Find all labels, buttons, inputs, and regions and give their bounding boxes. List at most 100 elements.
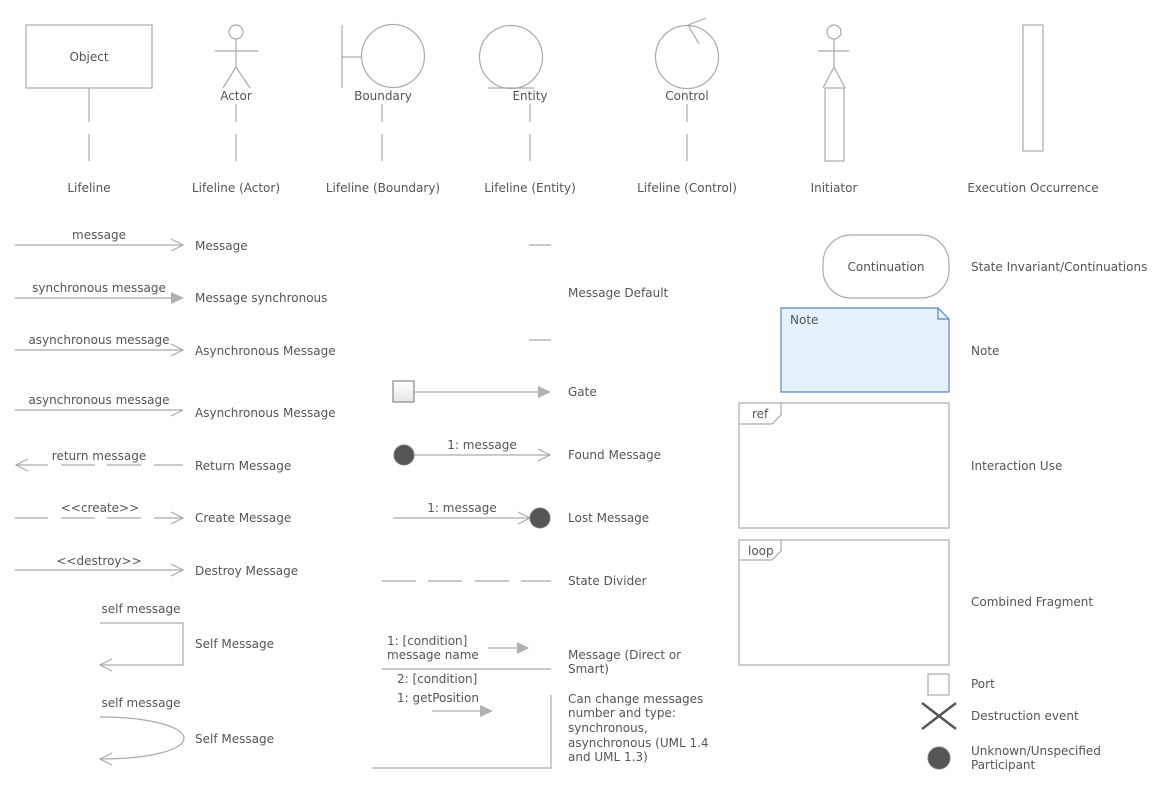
direct-line2: message name: [387, 648, 479, 662]
self-message-caption: Self Message: [195, 637, 274, 651]
note-caption: Note: [971, 344, 999, 358]
continuation-label: Continuation: [848, 260, 925, 274]
return-message-shape[interactable]: return message: [14, 449, 183, 472]
smart-connector-line: [372, 695, 552, 769]
direct-line1: 1: [condition]: [387, 634, 467, 648]
combined-fragment-tag: loop: [748, 544, 774, 558]
message-text: <<destroy>>: [56, 554, 141, 568]
found-message-shape[interactable]: 1: message: [393, 438, 552, 466]
found-message-caption: Found Message: [568, 448, 661, 462]
message-synchronous-caption: Message synchronous: [195, 291, 327, 305]
message-text: self message: [102, 696, 181, 710]
lifeline-boundary-shape[interactable]: Boundary: [341, 23, 426, 162]
port-caption: Port: [971, 677, 995, 691]
message-text: 1: message: [427, 501, 496, 515]
lifeline-caption: Lifeline: [67, 181, 110, 195]
direct-line3: 2: [condition]: [397, 672, 477, 686]
change-caption-line5: and UML 1.3): [568, 750, 648, 764]
asynchronous-message-half-caption: Asynchronous Message: [195, 406, 336, 420]
message-direct-shape[interactable]: 1: [condition] message name 2: [conditio…: [382, 634, 551, 686]
continuation-shape[interactable]: Continuation: [822, 234, 950, 299]
lifeline-object-shape[interactable]: Object: [25, 24, 153, 161]
self-loop-curve: [99, 716, 185, 760]
control-icon: [654, 17, 720, 90]
lost-target-dot: [529, 507, 551, 529]
create-message-caption: Create Message: [195, 511, 291, 525]
message-text: asynchronous message: [28, 333, 169, 347]
message-text: asynchronous message: [28, 393, 169, 407]
message-text: return message: [52, 449, 146, 463]
execution-occurrence-caption: Execution Occurrence: [967, 181, 1098, 195]
interaction-use-caption: Interaction Use: [971, 459, 1062, 473]
lifeline-actor-caption: Lifeline (Actor): [192, 181, 280, 195]
message-text: synchronous message: [32, 281, 166, 295]
change-caption-line2: number and type:: [568, 706, 676, 720]
destruction-event-caption: Destruction event: [971, 709, 1079, 723]
uml-sequence-stencil-canvas: Object Lifeline Actor Lifeline (Actor) B…: [14, 17, 1147, 772]
filled-arrow-icon: [171, 292, 184, 304]
execution-bar: [824, 87, 845, 162]
lifeline-boundary-caption: Lifeline (Boundary): [326, 181, 440, 195]
self-message-curve-caption: Self Message: [195, 732, 274, 746]
execution-occurrence-shape[interactable]: [1022, 24, 1044, 152]
return-message-caption: Return Message: [195, 459, 291, 473]
change-caption-line4: asynchronous (UML 1.4: [568, 736, 709, 750]
change-caption-line1: Can change messages: [568, 692, 703, 706]
combined-fragment-shape[interactable]: loop: [738, 539, 950, 666]
entity-label: Entity: [512, 89, 547, 103]
message-default-shape[interactable]: [529, 244, 551, 341]
destruction-event-shape[interactable]: [921, 702, 957, 730]
asynchronous-message-caption: Asynchronous Message: [195, 344, 336, 358]
filled-arrow-icon: [517, 642, 529, 654]
actor-label: Actor: [220, 89, 252, 103]
message-text: 1: message: [447, 438, 516, 452]
lifeline-entity-caption: Lifeline (Entity): [484, 181, 576, 195]
message-text: self message: [102, 602, 181, 616]
object-label: Object: [69, 50, 108, 64]
actor-icon: [818, 24, 849, 89]
combined-fragment-frame: [738, 539, 950, 666]
gate-shape[interactable]: [392, 380, 551, 403]
destroy-message-shape[interactable]: <<destroy>>: [15, 554, 185, 577]
interaction-use-tag: ref: [752, 407, 769, 421]
state-divider-caption: State Divider: [568, 574, 647, 588]
message-direct-caption-line2: Smart): [568, 662, 609, 676]
asynchronous-message-shape[interactable]: asynchronous message: [15, 333, 185, 357]
note-label: Note: [790, 313, 818, 327]
lost-message-caption: Lost Message: [568, 511, 649, 525]
self-message-curve-shape[interactable]: self message: [98, 696, 185, 766]
unknown-participant-shape[interactable]: [927, 746, 951, 770]
create-message-shape[interactable]: <<create>>: [15, 501, 185, 525]
message-shape[interactable]: message: [15, 228, 185, 252]
continuation-caption: State Invariant/Continuations: [971, 260, 1147, 274]
unknown-participant-caption-line1: Unknown/Unspecified: [971, 744, 1101, 758]
unknown-participant-caption-line2: Participant: [971, 758, 1036, 772]
message-text: message: [72, 228, 126, 242]
found-source-dot: [393, 444, 415, 466]
port-shape[interactable]: [927, 673, 950, 696]
gate-caption: Gate: [568, 385, 597, 399]
lost-message-shape[interactable]: 1: message: [393, 501, 551, 529]
change-caption-line3: synchronous,: [568, 721, 648, 735]
interaction-use-shape[interactable]: ref: [738, 402, 950, 529]
lifeline-actor-shape[interactable]: Actor: [215, 24, 258, 161]
filled-arrow-icon: [480, 705, 493, 717]
control-label: Control: [665, 89, 708, 103]
initiator-shape[interactable]: [818, 24, 849, 162]
self-loop-line: [100, 622, 184, 666]
asynchronous-message-half-shape[interactable]: asynchronous message: [15, 393, 184, 417]
combined-fragment-caption: Combined Fragment: [971, 595, 1093, 609]
lifeline-control-caption: Lifeline (Control): [637, 181, 737, 195]
destroy-message-caption: Destroy Message: [195, 564, 298, 578]
note-shape[interactable]: Note: [780, 307, 950, 393]
self-message-rect-shape[interactable]: self message: [98, 602, 184, 672]
message-synchronous-shape[interactable]: synchronous message: [15, 281, 184, 304]
message-direct-caption-line1: Message (Direct or: [568, 648, 681, 662]
lifeline-control-shape[interactable]: Control: [654, 17, 720, 161]
actor-icon: [215, 24, 258, 89]
gate-square: [392, 380, 415, 403]
message-smart-shape[interactable]: 1: getPosition: [372, 691, 552, 769]
entity-icon: [478, 24, 544, 90]
lifeline-entity-shape[interactable]: Entity: [478, 24, 548, 162]
change-text: 1: getPosition: [397, 691, 479, 705]
